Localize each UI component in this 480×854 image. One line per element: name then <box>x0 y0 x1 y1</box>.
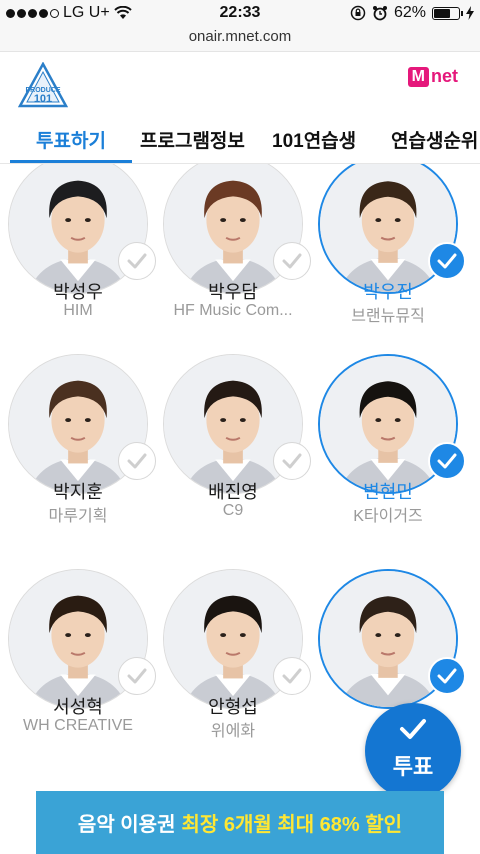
trainee-agency: HIM <box>63 302 93 319</box>
status-bar: LG U+ 22:33 62% <box>0 0 480 28</box>
address-bar[interactable]: onair.mnet.com <box>0 28 480 52</box>
tab-bar: 투표하기 프로그램정보 101연습생 연습생순위 <box>0 118 480 164</box>
mnet-logo-m: M <box>407 66 429 87</box>
trainee-card[interactable]: 배진영 C9 <box>155 354 311 554</box>
trainee-name: 변현민 <box>363 482 413 502</box>
trainee-name: 박우진 <box>363 282 413 302</box>
trainee-name: 박지훈 <box>53 482 103 502</box>
checked-icon[interactable] <box>428 657 466 695</box>
trainee-name: 박성우 <box>53 282 103 302</box>
trainee-name: 배진영 <box>208 482 258 502</box>
alarm-icon <box>372 6 387 21</box>
tab-program-info[interactable]: 프로그램정보 <box>140 126 245 153</box>
banner-highlight-text: 최장 6개월 최대 68% 할인 <box>181 814 403 836</box>
trainee-card[interactable]: 박지훈마루기획 <box>0 354 156 554</box>
vote-button[interactable]: 투표 <box>365 703 461 799</box>
unchecked-icon[interactable] <box>273 242 311 280</box>
trainee-name: 서성혁 <box>53 697 103 717</box>
charging-icon <box>466 6 474 20</box>
checked-icon[interactable] <box>428 242 466 280</box>
unchecked-icon[interactable] <box>273 442 311 480</box>
banner-text: 음악 이용권 <box>77 814 176 836</box>
battery-percent: 62% <box>393 4 426 21</box>
produce-101-logo[interactable]: PRODUCE 101 <box>18 62 68 108</box>
trainee-agency: WH CREATIVE <box>23 717 133 734</box>
promo-banner[interactable]: 음악 이용권 최장 6개월 최대 68% 할인 <box>36 791 444 854</box>
site-header: PRODUCE 101 M net <box>0 52 480 118</box>
mnet-logo[interactable]: M net <box>407 66 458 87</box>
tab-101-trainees[interactable]: 101연습생 <box>272 126 356 153</box>
tab-trainee-ranking[interactable]: 연습생순위 <box>391 126 478 153</box>
trainee-card[interactable]: 변현민 K타이거즈 <box>310 354 466 554</box>
unchecked-icon[interactable] <box>118 657 156 695</box>
rotation-lock-icon <box>350 5 366 21</box>
trainee-name: 안형섭 <box>208 697 258 717</box>
battery-icon <box>432 6 463 20</box>
tab-vote[interactable]: 투표하기 <box>36 126 106 153</box>
trainee-agency: 마루기획 <box>48 508 108 525</box>
trainee-agency: 브랜뉴뮤직 <box>351 308 425 325</box>
trainee-card[interactable]: 서성혁 WH CREATIVE <box>0 569 156 769</box>
trainee-card[interactable]: 박우담 HF Music Com... <box>155 164 311 354</box>
trainee-card[interactable]: 박성우 HIM <box>0 164 156 354</box>
logo-text-bottom: 101 <box>34 93 52 105</box>
trainee-card[interactable]: 박우진브랜뉴뮤직 <box>310 164 466 354</box>
trainee-card[interactable]: 안형섭위에화 <box>155 569 311 769</box>
trainee-agency: K타이거즈 <box>353 508 423 525</box>
unchecked-icon[interactable] <box>118 242 156 280</box>
checked-icon[interactable] <box>428 442 466 480</box>
trainee-name: 박우담 <box>208 282 258 302</box>
unchecked-icon[interactable] <box>118 442 156 480</box>
unchecked-icon[interactable] <box>273 657 311 695</box>
checkmark-icon <box>400 719 426 739</box>
trainee-agency: HF Music Com... <box>173 302 293 319</box>
mnet-logo-net: net <box>431 66 458 86</box>
trainee-agency: 위에화 <box>210 723 256 740</box>
vote-button-label: 투표 <box>392 754 434 779</box>
trainee-agency: C9 <box>222 502 244 519</box>
